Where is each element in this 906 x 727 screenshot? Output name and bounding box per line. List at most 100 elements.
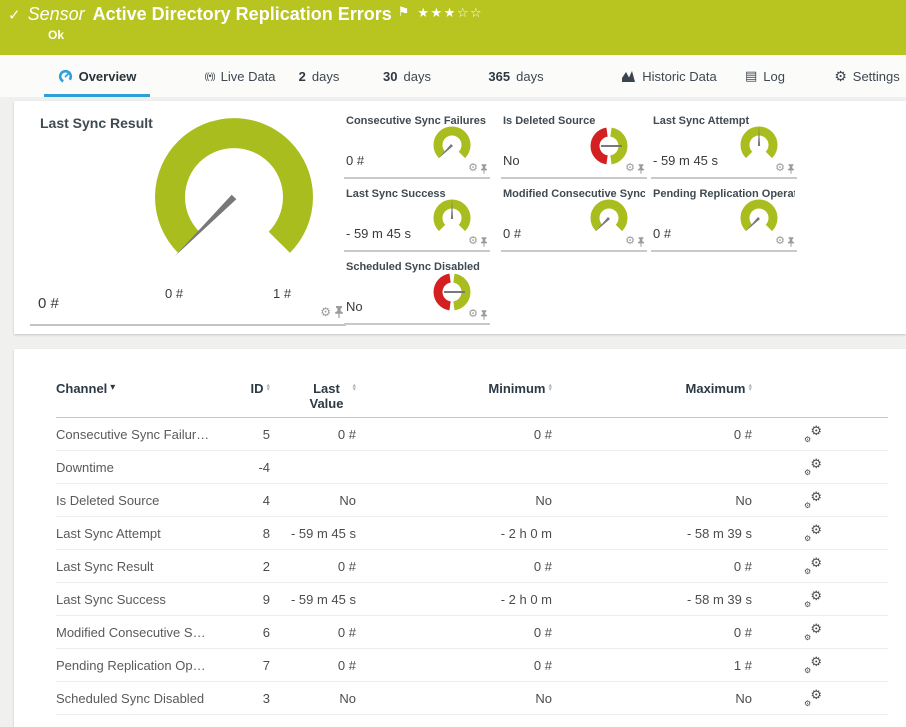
page-title: Active Directory Replication Errors bbox=[92, 4, 392, 24]
column-header-maximum[interactable]: Maximum ▴ ▾ bbox=[552, 381, 752, 396]
channel-settings-icon[interactable]: ⚙ ⚙ bbox=[804, 621, 822, 642]
tab-30-days[interactable]: 30 days bbox=[376, 55, 438, 97]
gauge-settings-icon[interactable]: ⚙ bbox=[775, 163, 785, 174]
gauge-pin-icon[interactable] bbox=[480, 309, 488, 320]
gauge-pin-icon[interactable] bbox=[334, 306, 344, 318]
tab-label: Historic Data bbox=[642, 68, 717, 84]
gauge-pin-icon[interactable] bbox=[787, 163, 795, 174]
tab-log[interactable]: ▤ Log bbox=[738, 55, 792, 97]
gauge-settings-icon[interactable]: ⚙ bbox=[320, 306, 331, 318]
gauge-last-sync-attempt: Last Sync Attempt - 59 m 45 s ⚙ bbox=[651, 113, 797, 179]
gauge-value: No bbox=[503, 153, 520, 168]
gauge-settings-icon[interactable]: ⚙ bbox=[468, 236, 478, 247]
gauge-pin-icon[interactable] bbox=[637, 236, 645, 247]
channel-settings-icon[interactable]: ⚙ ⚙ bbox=[804, 489, 822, 510]
gauge-settings-icon[interactable]: ⚙ bbox=[625, 236, 635, 247]
gauge-value: 0 # bbox=[346, 153, 365, 168]
maximum-value: 0 # bbox=[733, 426, 752, 442]
channels-table-panel: Channel ▾ ID ▴ ▾ Last Value ▴ ▾ Minimum ▴ ▾… bbox=[14, 349, 906, 727]
broadcast-icon: ((•)) bbox=[204, 71, 215, 81]
minimum-value: - 2 h 0 m bbox=[500, 591, 552, 607]
column-header-channel[interactable]: Channel ▾ bbox=[56, 381, 236, 396]
gauge-scheduled-sync-disabled: Scheduled Sync Disabled No ⚙ bbox=[344, 259, 490, 325]
channel-id: 5 bbox=[262, 426, 270, 442]
tab-bar: Overview ((•)) Live Data 2 days 30 days … bbox=[0, 55, 906, 97]
maximum-value: - 58 m 39 s bbox=[686, 591, 752, 607]
channel-name[interactable]: Last Sync Success bbox=[56, 592, 236, 607]
gauge-value: 0 # bbox=[653, 226, 672, 241]
gauge-title: Last Sync Result bbox=[40, 115, 153, 131]
column-header-minimum[interactable]: Minimum ▴ ▾ bbox=[356, 381, 552, 396]
priority-flag-icon[interactable]: ⚑ bbox=[398, 4, 410, 20]
channel-id: 4 bbox=[262, 492, 270, 508]
channel-id: 7 bbox=[262, 657, 270, 673]
minimum-value: 0 # bbox=[533, 558, 552, 574]
channel-settings-icon[interactable]: ⚙ ⚙ bbox=[804, 423, 822, 444]
channel-id: 3 bbox=[262, 690, 270, 706]
channel-settings-icon[interactable]: ⚙ ⚙ bbox=[804, 522, 822, 543]
channel-settings-icon[interactable]: ⚙ ⚙ bbox=[804, 687, 822, 708]
channel-id: 9 bbox=[262, 591, 270, 607]
tab-label: days bbox=[516, 68, 544, 84]
gauge-scale-max: 1 # bbox=[273, 286, 292, 301]
channel-settings-icon[interactable]: ⚙ ⚙ bbox=[804, 654, 822, 675]
tab-settings[interactable]: ⚙ Settings bbox=[831, 55, 903, 97]
channel-name[interactable]: Pending Replication Op… bbox=[56, 658, 236, 673]
gauge-settings-icon[interactable]: ⚙ bbox=[775, 236, 785, 247]
channel-name[interactable]: Modified Consecutive S… bbox=[56, 625, 236, 640]
column-header-last-value[interactable]: Last Value ▴ ▾ bbox=[270, 381, 357, 411]
status-badge: Ok bbox=[48, 28, 65, 42]
channel-name[interactable]: Last Sync Result bbox=[56, 559, 236, 574]
maximum-value: - 58 m 39 s bbox=[686, 525, 752, 541]
channel-name[interactable]: Scheduled Sync Disabled bbox=[56, 691, 236, 706]
gauge-settings-icon[interactable]: ⚙ bbox=[468, 309, 478, 320]
gauge-settings-icon[interactable]: ⚙ bbox=[468, 163, 478, 174]
minimum-value: 0 # bbox=[533, 657, 552, 673]
overview-gauge-icon bbox=[58, 69, 72, 83]
gauge-pin-icon[interactable] bbox=[480, 236, 488, 247]
channel-settings-icon[interactable]: ⚙ ⚙ bbox=[804, 555, 822, 576]
table-row: Pending Replication Op… 7 0 # 0 # 1 # ⚙ ⚙ bbox=[56, 649, 888, 682]
tab-2-days[interactable]: 2 days bbox=[291, 55, 347, 97]
channel-settings-icon[interactable]: ⚙ ⚙ bbox=[804, 456, 822, 477]
gauge-value: - 59 m 45 s bbox=[653, 153, 719, 168]
sensor-header: ✓ Sensor Active Directory Replication Er… bbox=[0, 0, 906, 55]
tab-365-days[interactable]: 365 days bbox=[481, 55, 551, 97]
gauge-scale-min: 0 # bbox=[165, 286, 184, 301]
object-kind-label: Sensor bbox=[27, 4, 85, 24]
gauge-consecutive-sync-failures: Consecutive Sync Failures 0 # ⚙ bbox=[344, 113, 490, 179]
gauge-pin-icon[interactable] bbox=[787, 236, 795, 247]
channel-settings-icon[interactable]: ⚙ ⚙ bbox=[804, 588, 822, 609]
tab-overview[interactable]: Overview bbox=[44, 55, 150, 97]
last-value: 0 # bbox=[337, 558, 356, 574]
gauge-settings-icon[interactable]: ⚙ bbox=[625, 163, 635, 174]
table-row: Last Sync Result 2 0 # 0 # 0 # ⚙ ⚙ bbox=[56, 550, 888, 583]
channel-name[interactable]: Downtime bbox=[56, 460, 236, 475]
tab-label: Live Data bbox=[220, 68, 276, 84]
priority-stars[interactable]: ★★★☆☆ bbox=[417, 5, 483, 21]
maximum-value: 0 # bbox=[733, 558, 752, 574]
gauge-pin-icon[interactable] bbox=[480, 163, 488, 174]
column-header-id[interactable]: ID ▴ ▾ bbox=[236, 381, 270, 396]
gauge-value: No bbox=[346, 299, 363, 314]
table-row: Last Sync Success 9 - 59 m 45 s - 2 h 0 … bbox=[56, 583, 888, 616]
channel-name[interactable]: Last Sync Attempt bbox=[56, 526, 236, 541]
chevron-down-icon: ▾ bbox=[110, 382, 116, 393]
maximum-value: No bbox=[735, 492, 752, 508]
maximum-value: 1 # bbox=[733, 657, 752, 673]
tab-live-data[interactable]: ((•)) Live Data bbox=[194, 55, 286, 97]
gauge-value: 0 # bbox=[503, 226, 522, 241]
channel-name[interactable]: Is Deleted Source bbox=[56, 493, 236, 508]
last-value: No bbox=[339, 690, 356, 706]
tab-label: Log bbox=[763, 68, 785, 84]
table-row: Last Sync Attempt 8 - 59 m 45 s - 2 h 0 … bbox=[56, 517, 888, 550]
gauge-pin-icon[interactable] bbox=[637, 163, 645, 174]
minimum-value: No bbox=[535, 492, 552, 508]
channel-name[interactable]: Consecutive Sync Failur… bbox=[56, 427, 236, 442]
status-check-icon: ✓ bbox=[8, 6, 21, 24]
last-value: No bbox=[339, 492, 356, 508]
minimum-value: 0 # bbox=[533, 426, 552, 442]
tab-historic-data[interactable]: Historic Data bbox=[618, 55, 720, 97]
gauge-is-deleted-source: Is Deleted Source No ⚙ bbox=[501, 113, 647, 179]
table-row: Modified Consecutive S… 6 0 # 0 # 0 # ⚙ ⚙ bbox=[56, 616, 888, 649]
